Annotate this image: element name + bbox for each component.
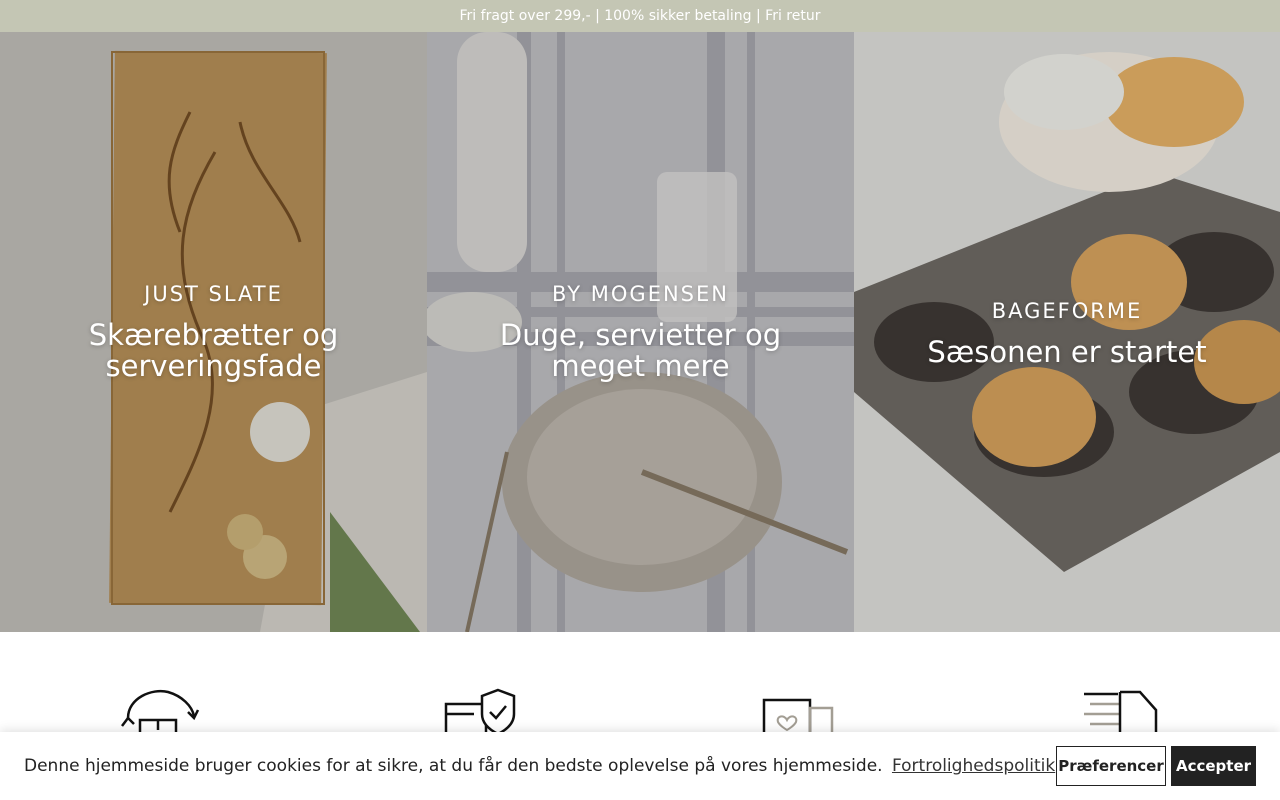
cookie-message-text: Denne hjemmeside bruger cookies for at s…	[24, 756, 883, 776]
collection-title: Skærebrætter og serveringsfade	[88, 318, 339, 383]
collection-title: Sæsonen er startet	[927, 334, 1207, 369]
collection-kicker: BAGEFORME	[991, 298, 1143, 323]
collection-kicker: JUST SLATE	[144, 282, 283, 306]
announcement-text: Fri fragt over 299,- | 100% sikker betal…	[459, 8, 821, 24]
collection-overlay: JUST SLATE Skærebrætter og serveringsfad…	[0, 32, 427, 632]
cookie-message: Denne hjemmeside bruger cookies for at s…	[24, 756, 1056, 776]
cookie-accept-button[interactable]: Accepter	[1171, 746, 1256, 786]
cookie-preferences-button[interactable]: Præferencer	[1056, 746, 1166, 786]
collection-tile-just-slate[interactable]: JUST SLATE Skærebrætter og serveringsfad…	[0, 32, 427, 632]
collection-grid: JUST SLATE Skærebrætter og serveringsfad…	[0, 32, 1280, 632]
collection-tile-by-mogensen[interactable]: BY MOGENSEN Duge, servietter og meget me…	[427, 32, 854, 632]
collection-overlay: BAGEFORME Sæsonen er startet	[854, 32, 1280, 632]
collection-tile-bageforme[interactable]: BAGEFORME Sæsonen er startet	[854, 32, 1280, 632]
collection-title: Duge, servietter og meget mere	[499, 318, 782, 383]
collection-overlay: BY MOGENSEN Duge, servietter og meget me…	[427, 32, 854, 632]
announcement-bar: Fri fragt over 299,- | 100% sikker betal…	[0, 0, 1280, 32]
collection-kicker: BY MOGENSEN	[552, 282, 729, 306]
privacy-policy-link[interactable]: Fortrolighedspolitik	[892, 756, 1055, 776]
cookie-banner: Denne hjemmeside bruger cookies for at s…	[0, 732, 1280, 800]
